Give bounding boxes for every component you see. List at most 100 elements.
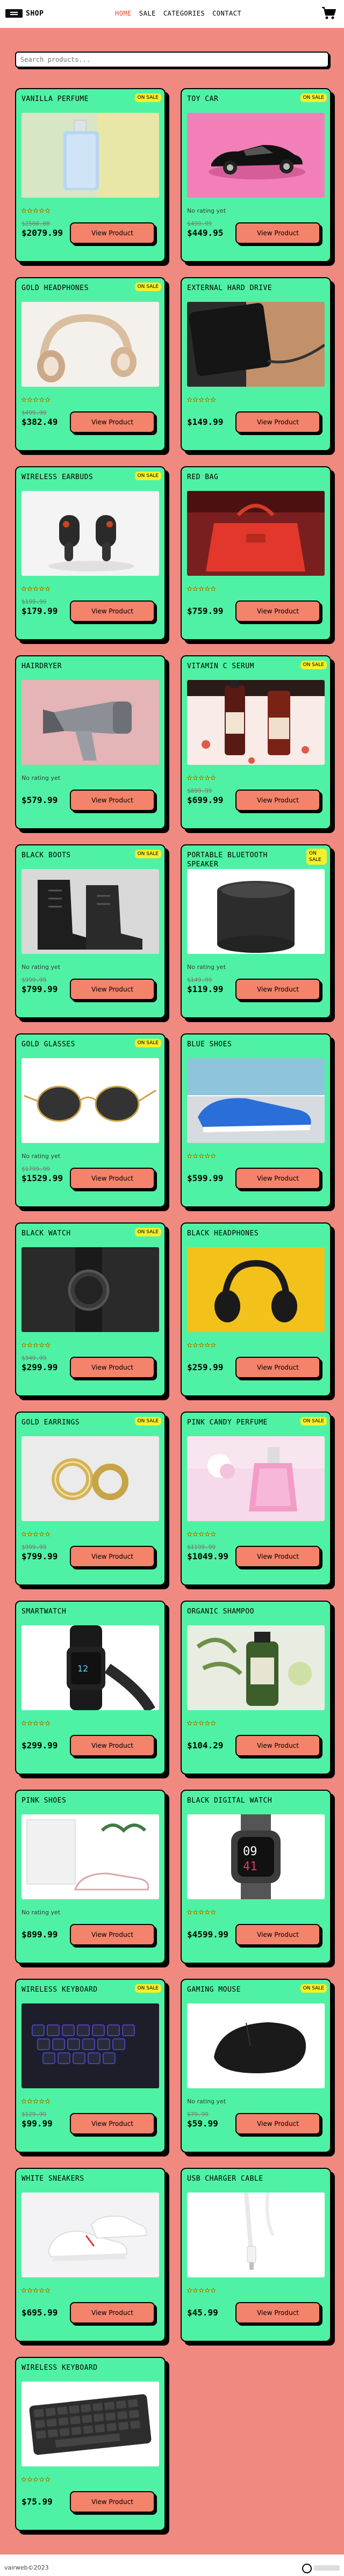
product-card[interactable]: USB CHARGER CABLE ★★★★★ $45.99 View Product [181,2168,331,2342]
product-image[interactable] [22,302,159,387]
view-product-button[interactable]: View Product [235,1735,320,1756]
view-product-button[interactable]: View Product [235,1924,320,1945]
product-card[interactable]: WIRELESS KEYBOARD ★★★★★ $75.99 View Product [15,2357,166,2531]
view-product-button[interactable]: View Product [70,1357,155,1378]
nav-link-categories[interactable]: CATEGORIES [163,10,205,17]
product-image[interactable] [187,302,325,387]
product-image[interactable] [22,1436,159,1521]
product-image[interactable] [22,869,159,954]
original-price: $899.99 [187,787,212,794]
product-card[interactable]: GOLD GLASSES ON SALE No rating yet $1799.99… [15,1033,166,1207]
view-product-button[interactable]: View Product [235,411,320,433]
product-price: $99.99 [22,2118,53,2129]
product-card[interactable]: GOLD HEADPHONES ON SALE ★★★★★ $499.99 $382.4… [15,277,166,451]
original-price: $499.99 [187,220,212,227]
product-card[interactable]: BLACK WATCH ON SALE ★★★★★ $349.99 $299.99 Vie… [15,1222,166,1396]
product-image[interactable] [187,680,325,765]
view-product-button[interactable]: View Product [235,600,320,622]
view-product-button[interactable]: View Product [70,1546,155,1567]
product-card[interactable]: RED BAG ★★★★★ $759.99 View Product [181,466,331,640]
product-card[interactable]: PINK SHOES No rating yet $899.99 View Produ… [15,1790,166,1964]
view-product-button[interactable]: View Product [235,1357,320,1378]
product-image[interactable] [187,113,325,198]
view-product-button[interactable]: View Product [235,979,320,1000]
search-input[interactable] [15,52,329,68]
product-name: PINK CANDY PERFUME [187,1419,268,1427]
original-price: $199.99 [22,598,47,605]
original-price: $999.99 [22,976,47,983]
on-sale-badge: ON SALE [300,1984,327,1993]
nav-link-sale[interactable]: SALE [139,10,156,17]
product-card[interactable]: SMARTWATCH 12 ★★★★★ $299.99 View Product [15,1601,166,1775]
product-image[interactable] [22,1247,159,1332]
view-product-button[interactable]: View Product [70,411,155,433]
product-card[interactable]: ORGANIC SHAMPOO ★★★★★ $104.29 View Product [181,1601,331,1775]
view-product-button[interactable]: View Product [70,790,155,811]
product-card[interactable]: GAMING MOUSE ON SALE No rating yet $79.99 $5… [181,1979,331,2153]
product-image[interactable] [187,1436,325,1521]
view-product-button[interactable]: View Product [235,790,320,811]
view-product-button[interactable]: View Product [235,222,320,244]
product-card[interactable]: WHITE SNEAKERS ★★★★★ $695.99 View Product [15,2168,166,2342]
view-product-button[interactable]: View Product [70,2302,155,2324]
star-rating-icon: ★★★★★ [187,1340,217,1350]
product-image[interactable] [22,113,159,198]
product-image[interactable]: 12 [22,1625,159,1710]
product-card[interactable]: VANILLA PERFUME ON SALE ★★★★★ $2500.00 $2079… [15,88,166,262]
product-card[interactable]: BLACK BOOTS ON SALE No rating yet $999.99 $7… [15,844,166,1018]
product-image[interactable] [22,491,159,576]
on-sale-badge: ON SALE [134,472,161,480]
product-card[interactable]: VITAMIN C SERUM ON SALE ★★★★★ $899.99 $699.9… [181,655,331,829]
product-card[interactable]: WIRELESS EARBUDS ON SALE ★★★★★ $199.99 $179.… [15,466,166,640]
star-rating-icon: ★★★★★ [187,1529,217,1539]
theme-toggle-icon[interactable] [302,2564,312,2573]
product-card[interactable]: PORTABLE BLUETOOTH SPEAKER ON SALE No rati… [181,844,331,1018]
view-product-button[interactable]: View Product [235,2113,320,2134]
product-image[interactable] [22,1814,159,1899]
product-price: $759.99 [187,606,224,616]
product-image[interactable] [187,1247,325,1332]
view-product-button[interactable]: View Product [70,600,155,622]
shopping-cart-icon[interactable] [321,6,336,20]
brand-name: SHOP [26,9,44,18]
nav-link-home[interactable]: HOME [115,10,132,17]
no-rating-text: No rating yet [187,964,226,971]
product-card[interactable]: BLUE SHOES ★★★★★ $599.99 View Product [181,1033,331,1207]
product-name: BLACK DIGITAL WATCH [187,1797,273,1805]
view-product-button[interactable]: View Product [70,1168,155,1189]
product-card[interactable]: WIRELESS KEYBOARD ON SALE ★★★★★ $129.99 $99.… [15,1979,166,2153]
product-image[interactable] [187,1058,325,1143]
product-image[interactable] [22,1058,159,1143]
brand-logo[interactable]: SHOP [5,9,44,18]
product-card[interactable]: BLACK DIGITAL WATCH 09 41 ★★★★★ $4599.99 View… [181,1790,331,1964]
product-image[interactable] [187,2003,325,2088]
svg-text:12: 12 [77,1663,88,1674]
product-image[interactable] [187,491,325,576]
product-image[interactable] [187,2193,325,2277]
product-card[interactable]: EXTERNAL HARD DRIVE ★★★★★ $149.99 View Prod… [181,277,331,451]
product-image[interactable] [22,2003,159,2088]
view-product-button[interactable]: View Product [70,2113,155,2134]
on-sale-badge: ON SALE [306,849,327,865]
view-product-button[interactable]: View Product [235,1546,320,1567]
product-card[interactable]: PINK CANDY PERFUME ON SALE ★★★★★ $1199.99 $1… [181,1412,331,1586]
product-image[interactable] [187,1625,325,1710]
view-product-button[interactable]: View Product [235,1168,320,1189]
product-image[interactable] [22,680,159,765]
view-product-button[interactable]: View Product [235,2302,320,2324]
product-card[interactable]: TOY CAR ON SALE No rating yet $499.99 $449.9… [181,88,331,262]
view-product-button[interactable]: View Product [70,1924,155,1945]
smartwatch-image: 12 [22,1625,159,1710]
product-card[interactable]: BLACK HEADPHONES ★★★★★ $259.99 View Product [181,1222,331,1396]
view-product-button[interactable]: View Product [70,1735,155,1756]
product-card[interactable]: HAIRDRYER No rating yet $579.99 View Produc… [15,655,166,829]
view-product-button[interactable]: View Product [70,2491,155,2513]
product-image[interactable] [22,2382,159,2466]
view-product-button[interactable]: View Product [70,222,155,244]
product-card[interactable]: GOLD EARRINGS ON SALE ★★★★★ $999.99 $799.99 V… [15,1412,166,1586]
product-image[interactable] [187,869,325,954]
product-image[interactable]: 09 41 [187,1814,325,1899]
nav-link-contact[interactable]: CONTACT [212,10,241,17]
product-image[interactable] [22,2193,159,2277]
view-product-button[interactable]: View Product [70,979,155,1000]
